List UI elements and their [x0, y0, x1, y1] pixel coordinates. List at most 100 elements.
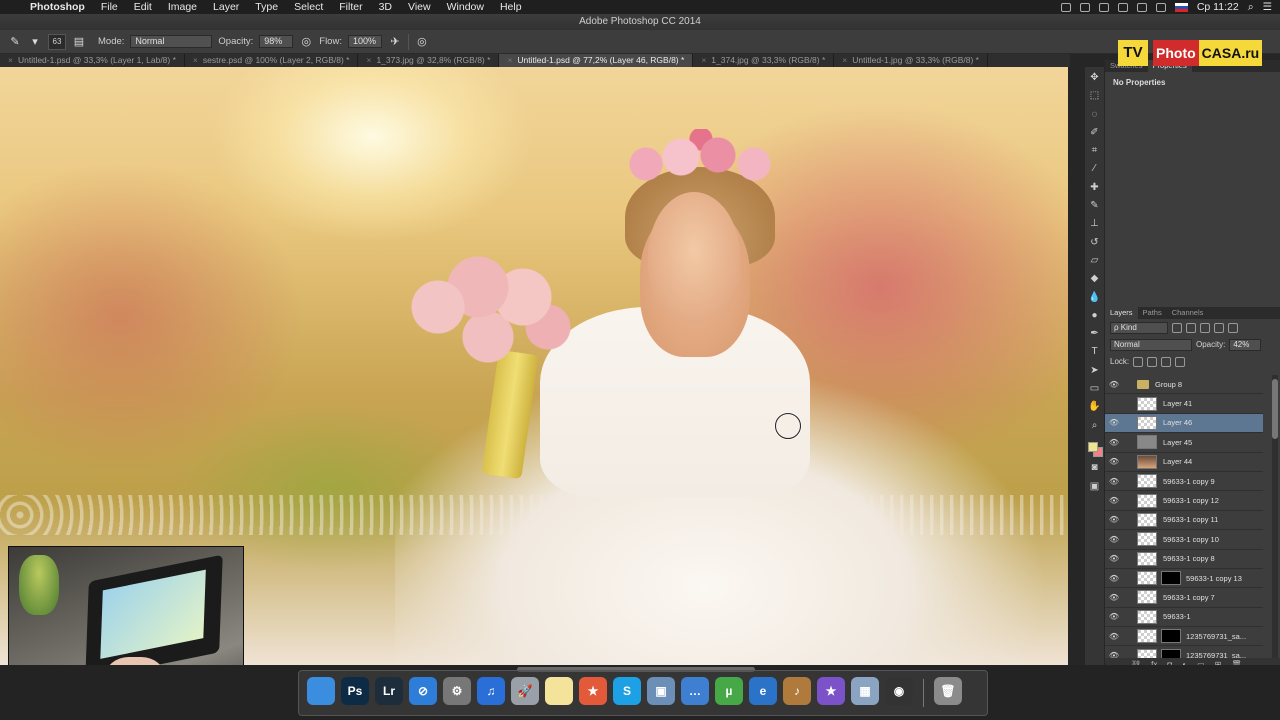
brush-tool-icon[interactable]: ✎	[1088, 200, 1101, 212]
zoom-tool-icon[interactable]: ⌕	[1088, 420, 1101, 432]
dropbox-icon[interactable]	[1060, 2, 1071, 12]
menu-edit[interactable]: Edit	[126, 1, 160, 13]
lock-transparency-icon[interactable]	[1133, 356, 1144, 367]
menu-window[interactable]: Window	[439, 1, 492, 13]
dock-trash-icon[interactable]: 🗑	[934, 677, 962, 705]
brush-panel-icon[interactable]: ▤	[72, 35, 86, 49]
flow-input[interactable]: 100%	[347, 35, 382, 48]
move-tool-icon[interactable]: ✥	[1088, 72, 1101, 84]
eye-icon[interactable]: 👁	[1105, 477, 1123, 486]
tab-layers[interactable]: Layers	[1105, 307, 1138, 319]
dock-safari-icon[interactable]: ⊘	[409, 677, 437, 705]
lock-pixels-icon[interactable]	[1147, 356, 1158, 367]
layer-name[interactable]: 59633-1	[1163, 612, 1191, 621]
path-selection-tool-icon[interactable]: ➤	[1088, 365, 1101, 377]
dock-notes-icon[interactable]	[545, 677, 573, 705]
dock-edge-icon[interactable]: e	[749, 677, 777, 705]
color-swatches[interactable]	[1087, 441, 1103, 457]
input-language-icon[interactable]	[1174, 2, 1188, 12]
scrollbar-thumb[interactable]	[1272, 379, 1278, 439]
layer-row[interactable]: 👁 59633-1 copy 10	[1105, 530, 1263, 550]
layer-row[interactable]: 👁 59633-1 copy 12	[1105, 491, 1263, 511]
marquee-tool-icon[interactable]: ⬚	[1088, 90, 1101, 102]
bluetooth-icon[interactable]	[1117, 2, 1128, 12]
dock-finder-icon[interactable]	[307, 677, 335, 705]
layer-row[interactable]: 👁 Layer 45	[1105, 433, 1263, 453]
history-brush-tool-icon[interactable]: ↺	[1088, 237, 1101, 249]
dock-system-preferences-icon[interactable]: ⚙	[443, 677, 471, 705]
menu-file[interactable]: File	[93, 1, 126, 13]
menu-layer[interactable]: Layer	[205, 1, 247, 13]
close-icon[interactable]: ×	[366, 55, 371, 65]
layer-row[interactable]: Layer 41	[1105, 394, 1263, 414]
notification-center-icon[interactable]: ☰	[1263, 1, 1272, 13]
layer-mask-thumbnail[interactable]	[1161, 571, 1181, 586]
eye-icon[interactable]: 👁	[1105, 574, 1123, 583]
dock-mendeley-icon[interactable]: ★	[579, 677, 607, 705]
layer-row[interactable]: 👁 59633-1 copy 8	[1105, 550, 1263, 569]
lock-position-icon[interactable]	[1161, 356, 1172, 367]
doc-tab[interactable]: × Untitled-1.jpg @ 33,3% (RGB/8) *	[834, 54, 988, 67]
layer-row[interactable]: 👁 1235769731_sa...	[1105, 627, 1263, 647]
chevron-down-icon[interactable]: ▾	[28, 35, 42, 49]
quick-mask-icon[interactable]: ◙	[1088, 462, 1101, 474]
layer-mask-thumbnail[interactable]	[1161, 629, 1181, 644]
opacity-input[interactable]: 98%	[259, 35, 294, 48]
mode-select[interactable]: Normal	[130, 35, 213, 48]
layer-name[interactable]: 59633-1 copy 11	[1163, 515, 1218, 524]
brush-size-picker[interactable]: 63	[48, 33, 66, 50]
dock-photo-booth-icon[interactable]: ◉	[885, 677, 913, 705]
dock-utorrent-icon[interactable]: µ	[715, 677, 743, 705]
layers-scrollbar[interactable]	[1272, 375, 1278, 665]
layer-filter-select[interactable]: ρ Kind	[1110, 321, 1168, 334]
filter-pixel-icon[interactable]	[1172, 322, 1182, 333]
menu-type[interactable]: Type	[247, 1, 286, 13]
wifi-icon[interactable]	[1136, 2, 1147, 12]
cloud-icon[interactable]	[1098, 2, 1109, 12]
shape-tool-icon[interactable]: ▭	[1088, 383, 1101, 395]
eye-icon[interactable]: 👁	[1105, 438, 1123, 447]
layer-row[interactable]: 👁 59633-1 copy 13	[1105, 569, 1263, 589]
lasso-tool-icon[interactable]: ◌	[1088, 109, 1101, 121]
filter-shape-icon[interactable]	[1214, 322, 1224, 333]
close-icon[interactable]: ×	[8, 55, 13, 65]
layer-name[interactable]: Layer 44	[1163, 457, 1192, 466]
dock-messages-icon[interactable]: …	[681, 677, 709, 705]
eye-icon[interactable]: 👁	[1105, 418, 1123, 427]
dock-guitar-icon[interactable]: ♪	[783, 677, 811, 705]
pressure-size-icon[interactable]: ◎	[415, 35, 429, 49]
dock-photos-icon[interactable]: ▦	[851, 677, 879, 705]
layer-name[interactable]: Layer 41	[1163, 399, 1192, 408]
menu-image[interactable]: Image	[160, 1, 205, 13]
layer-row[interactable]: 👁 59633-1 copy 9	[1105, 472, 1263, 492]
menu-select[interactable]: Select	[286, 1, 331, 13]
layer-name[interactable]: 59633-1 copy 12	[1163, 496, 1219, 505]
eye-icon[interactable]: 👁	[1105, 593, 1123, 602]
layer-name[interactable]: 59633-1 copy 7	[1163, 593, 1215, 602]
healing-tool-icon[interactable]: ✚	[1088, 182, 1101, 194]
screen-mode-icon[interactable]: ▣	[1088, 481, 1101, 493]
layer-name[interactable]: 59633-1 copy 8	[1163, 554, 1215, 563]
brush-tool-icon[interactable]: ✎	[8, 35, 22, 49]
filter-type-icon[interactable]	[1200, 322, 1210, 333]
layer-name[interactable]: 1235769731_sa...	[1186, 632, 1246, 641]
foreground-color-swatch[interactable]	[1087, 441, 1098, 452]
layer-name[interactable]: 59633-1 copy 9	[1163, 477, 1215, 486]
blend-mode-select[interactable]: Normal	[1110, 338, 1192, 351]
doc-tab[interactable]: × sestre.psd @ 100% (Layer 2, RGB/8) *	[185, 54, 359, 67]
doc-tab[interactable]: × 1_373.jpg @ 32,8% (RGB/8) *	[358, 54, 500, 67]
volume-icon[interactable]	[1155, 2, 1166, 12]
doc-tab[interactable]: × Untitled-1.psd @ 33,3% (Layer 1, Lab/8)…	[0, 54, 185, 67]
dock-preview-icon[interactable]: ▣	[647, 677, 675, 705]
pen-tool-icon[interactable]: ✒	[1088, 328, 1101, 340]
doc-tab-active[interactable]: × Untitled-1.psd @ 77,2% (Layer 46, RGB/8…	[499, 54, 694, 67]
crop-tool-icon[interactable]: ⌗	[1088, 145, 1101, 157]
dock-photoshop-icon[interactable]: Ps	[341, 677, 369, 705]
paint-bucket-tool-icon[interactable]: ◆	[1088, 273, 1101, 285]
layer-name[interactable]: Group 8	[1155, 380, 1182, 389]
menu-help[interactable]: Help	[492, 1, 530, 13]
close-icon[interactable]: ×	[701, 55, 706, 65]
layer-name[interactable]: 59633-1 copy 13	[1186, 574, 1242, 583]
layer-name[interactable]: 59633-1 copy 10	[1163, 535, 1219, 544]
screen-icon[interactable]	[1079, 2, 1090, 12]
